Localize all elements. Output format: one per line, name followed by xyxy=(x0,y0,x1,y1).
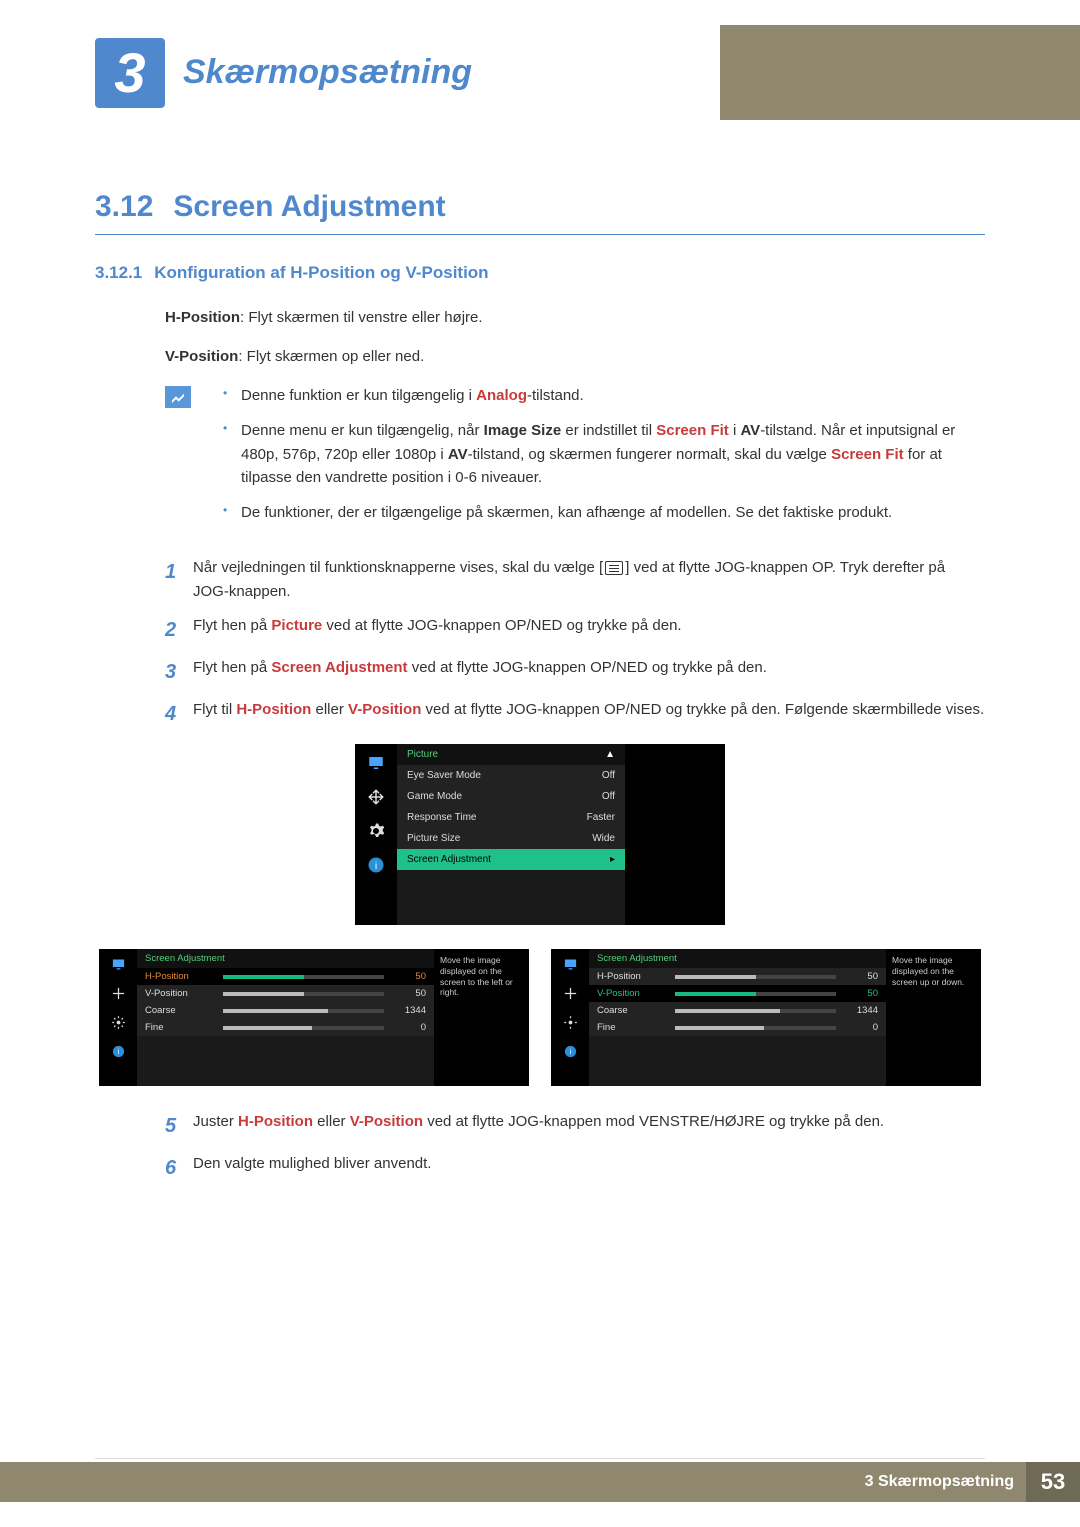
osd-slider-row: V-Position 50 xyxy=(137,985,434,1002)
gear-icon xyxy=(563,1015,578,1033)
step-4: Flyt til H-Position eller V-Position ved… xyxy=(193,698,985,730)
osd-slider-row: V-Position 50 xyxy=(589,985,886,1002)
gear-icon xyxy=(367,822,385,844)
osd-row-label: H-Position xyxy=(597,971,667,982)
step-3: Flyt hen på Screen Adjustment ved at fly… xyxy=(193,656,985,688)
osd-row-value: 1344 xyxy=(844,1005,878,1016)
osd-item: Picture SizeWide xyxy=(397,828,625,849)
osd-row-label: V-Position xyxy=(145,988,215,999)
step-1: Når vejledningen til funktionsknapperne … xyxy=(193,556,985,604)
note-block: Denne funktion er kun tilgængelig i Anal… xyxy=(165,384,985,536)
osd-slider-row: Fine 0 xyxy=(589,1019,886,1036)
step-num-1: 1 xyxy=(165,556,193,604)
step-5: Juster H-Position eller V-Position ved a… xyxy=(193,1110,985,1142)
vposition-desc: V-Position: Flyt skærmen op eller ned. xyxy=(165,346,985,369)
osd-sm-title: Screen Adjustment xyxy=(589,949,886,968)
osd-row-value: 0 xyxy=(392,1022,426,1033)
osd-tip: Move the image displayed on the screen u… xyxy=(886,949,981,1086)
osd-screen-adjustment-v: i Screen Adjustment H-Position50V-Positi… xyxy=(551,949,981,1086)
note-icon xyxy=(165,386,191,408)
monitor-icon xyxy=(111,957,126,975)
osd-row-value: 1344 xyxy=(392,1005,426,1016)
section-title: Screen Adjustment xyxy=(173,190,445,223)
osd-row-bar xyxy=(223,1009,384,1013)
step-6: Den valgte mulighed bliver anvendt. xyxy=(193,1152,985,1184)
footer-rule xyxy=(95,1458,985,1459)
osd-row-bar xyxy=(223,992,384,996)
osd-row-label: Coarse xyxy=(145,1005,215,1016)
subsection-heading: 3.12.1 Konfiguration af H-Position og V-P… xyxy=(95,263,985,283)
osd-title: Picture xyxy=(407,749,438,760)
hposition-desc: H-Position: Flyt skærmen til venstre ell… xyxy=(165,307,985,330)
chapter-number-badge: 3 xyxy=(95,38,165,108)
step-num-6: 6 xyxy=(165,1152,193,1184)
osd-sm-title: Screen Adjustment xyxy=(137,949,434,968)
osd-slider-row: H-Position 50 xyxy=(137,968,434,985)
osd-row-label: Coarse xyxy=(597,1005,667,1016)
content: 3.12 Screen Adjustment 3.12.1 Konfiguratio… xyxy=(95,190,985,1194)
osd-row-bar xyxy=(675,992,836,996)
note-item-1: Denne funktion er kun tilgængelig i Anal… xyxy=(223,384,985,407)
info-icon: i xyxy=(563,1044,578,1062)
step-num-2: 2 xyxy=(165,614,193,646)
note-item-2: Denne menu er kun tilgængelig, når Image… xyxy=(223,419,985,489)
osd-row-label: V-Position xyxy=(597,988,667,999)
osd-slider-row: Coarse 1344 xyxy=(589,1002,886,1019)
step-num-4: 4 xyxy=(165,698,193,730)
osd-slider-row: H-Position 50 xyxy=(589,968,886,985)
step-2: Flyt hen på Picture ved at flytte JOG-kn… xyxy=(193,614,985,646)
osd-slider-row: Fine 0 xyxy=(137,1019,434,1036)
menu-icon xyxy=(605,561,623,575)
note-item-3: De funktioner, der er tilgængelige på sk… xyxy=(223,501,985,524)
osd-item-selected: Screen Adjustment▸ xyxy=(397,849,625,870)
section-heading: 3.12 Screen Adjustment xyxy=(95,190,985,235)
osd-row-bar xyxy=(223,975,384,979)
up-arrow-icon: ▲ xyxy=(605,749,615,760)
footer-section: 3 Skærmopsætning xyxy=(865,1473,1014,1491)
osd-row-bar xyxy=(675,1009,836,1013)
osd-screen-adjustment-h: i Screen Adjustment H-Position50V-Positi… xyxy=(99,949,529,1086)
move-icon xyxy=(563,986,578,1004)
section-number: 3.12 xyxy=(95,190,153,223)
osd-row-value: 50 xyxy=(844,971,878,982)
info-icon: i xyxy=(111,1044,126,1062)
osd-row-value: 0 xyxy=(844,1022,878,1033)
header-white: 3 Skærmopsætning xyxy=(0,25,720,120)
footer-page: 53 xyxy=(1026,1462,1080,1502)
osd-item: Game ModeOff xyxy=(397,786,625,807)
step-num-3: 3 xyxy=(165,656,193,688)
info-icon: i xyxy=(367,856,385,878)
osd-row-value: 50 xyxy=(392,971,426,982)
osd-slider-row: Coarse 1344 xyxy=(137,1002,434,1019)
svg-text:i: i xyxy=(375,860,377,872)
osd-picture-menu: i Picture ▲ Eye Saver ModeOff Game ModeOf… xyxy=(355,744,725,925)
osd-row-value: 50 xyxy=(844,988,878,999)
move-icon xyxy=(367,788,385,810)
osd-tip: Move the image displayed on the screen t… xyxy=(434,949,529,1086)
move-icon xyxy=(111,986,126,1004)
step-num-5: 5 xyxy=(165,1110,193,1142)
footer: 3 Skærmopsætning 53 xyxy=(0,1462,1080,1502)
osd-row-label: H-Position xyxy=(145,971,215,982)
osd-row-bar xyxy=(223,1026,384,1030)
gear-icon xyxy=(111,1015,126,1033)
steps: 1Når vejledningen til funktionsknapperne… xyxy=(165,556,985,730)
osd-side-icons: i xyxy=(355,744,397,925)
osd-row-label: Fine xyxy=(597,1022,667,1033)
monitor-icon xyxy=(367,754,385,776)
subsection-title: Konfiguration af H-Position og V-Positio… xyxy=(154,263,488,282)
subsection-number: 3.12.1 xyxy=(95,263,142,282)
monitor-icon xyxy=(563,957,578,975)
osd-item: Response TimeFaster xyxy=(397,807,625,828)
osd-row-bar xyxy=(675,1026,836,1030)
osd-row-bar xyxy=(675,975,836,979)
chapter-title: Skærmopsætning xyxy=(183,53,472,92)
osd-item: Eye Saver ModeOff xyxy=(397,765,625,786)
osd-row-label: Fine xyxy=(145,1022,215,1033)
osd-row-value: 50 xyxy=(392,988,426,999)
